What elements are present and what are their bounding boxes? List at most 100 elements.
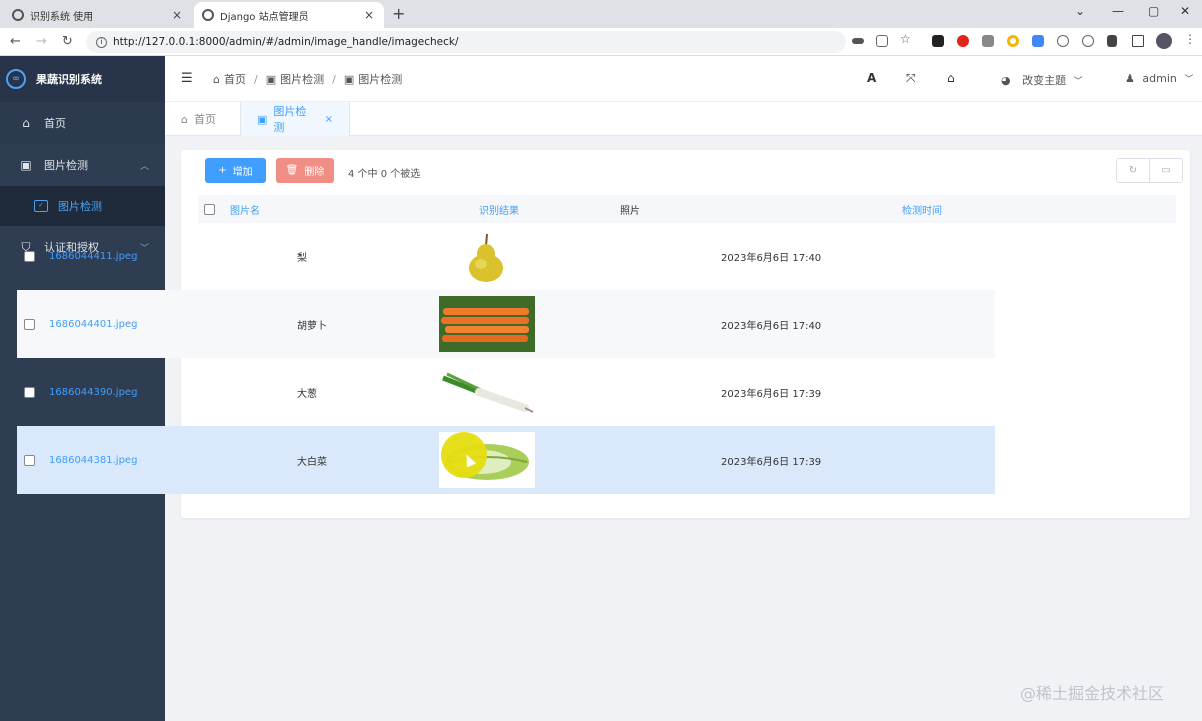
forward-icon[interactable]: →	[36, 34, 47, 49]
avatar[interactable]	[1156, 33, 1172, 49]
refresh-icon: ↻	[1128, 165, 1138, 176]
page-tabs: ⌂ 首页 ▣ 图片检测 ×	[165, 102, 1202, 136]
extension-icon[interactable]	[1057, 35, 1069, 47]
tab-image-check[interactable]: ▣ 图片检测 ×	[240, 102, 350, 136]
column-header-photo: 照片	[620, 205, 640, 217]
maximize-button[interactable]: ▢	[1148, 4, 1159, 18]
column-header-time[interactable]: 检测时间	[902, 195, 942, 223]
close-icon[interactable]: ×	[362, 8, 376, 22]
watermark: @稀土掘金技术社区	[1020, 684, 1165, 703]
more-icon[interactable]: ⋮	[1184, 32, 1196, 46]
row-checkbox[interactable]	[24, 318, 35, 330]
detect-time: 2023年6月6日 17:40	[721, 252, 822, 264]
sidebar-item-label: 图片检测	[44, 159, 88, 172]
carrot-photo	[439, 296, 535, 352]
delete-button[interactable]: 🗑 删除	[276, 158, 334, 183]
theme-switcher[interactable]: ◕ 改变主题 ﹀	[1001, 72, 1083, 88]
table-row[interactable]: 1686044381.jpeg 大白菜 2023年6月6日 17:39	[17, 426, 995, 494]
browser-tab-active[interactable]: Django 站点管理员 ×	[194, 2, 384, 28]
url-input[interactable]: i http://127.0.0.1:8000/admin/#/admin/im…	[86, 31, 846, 53]
chevron-down-icon: ﹀	[1073, 77, 1083, 87]
close-icon[interactable]: ×	[325, 114, 333, 125]
extension-icon[interactable]	[1082, 35, 1094, 47]
trash-icon: 🗑	[285, 165, 299, 176]
add-button[interactable]: + 增加	[205, 158, 266, 183]
tab-label: 图片检测	[273, 105, 307, 134]
table-row[interactable]: 1686044401.jpeg 胡萝卜 2023年6月6日 17:40	[17, 290, 995, 358]
globe-icon	[202, 9, 214, 21]
browser-tab-title: Django 站点管理员	[220, 11, 309, 23]
sidebar-item-image-check-group[interactable]: ▣ 图片检测 ︿	[0, 144, 165, 186]
home-icon[interactable]: ⌂	[947, 71, 955, 85]
font-size-icon[interactable]: A	[867, 71, 876, 85]
select-all-checkbox[interactable]	[204, 203, 215, 215]
back-icon[interactable]: ←	[10, 34, 21, 49]
detect-time: 2023年6月6日 17:40	[721, 320, 822, 332]
share-icon[interactable]	[876, 35, 888, 47]
extension-icon[interactable]	[932, 35, 944, 47]
key-icon[interactable]	[852, 38, 864, 44]
side-panel-icon[interactable]	[1132, 35, 1144, 47]
breadcrumb-item: 图片检测	[358, 73, 403, 86]
new-tab-button[interactable]: +	[392, 4, 405, 23]
bookmark-star-icon[interactable]: ☆	[900, 32, 912, 46]
home-icon: ⌂	[22, 116, 30, 130]
browser-tab-title: 识别系统 使用	[30, 11, 94, 23]
row-checkbox[interactable]	[24, 386, 35, 398]
file-name-link[interactable]: 1686044411.jpeg	[49, 222, 137, 290]
minimize-button[interactable]: —	[1112, 4, 1124, 18]
image-icon: ▣	[257, 112, 268, 126]
export-icon: ▭	[1161, 165, 1171, 176]
breadcrumb: ⌂ 首页 / ▣ 图片检测 / ▣ 图片检测	[213, 71, 403, 87]
url-text: http://127.0.0.1:8000/admin/#/admin/imag…	[113, 36, 459, 48]
logo: ∞ 果蔬识别系统	[0, 56, 165, 102]
address-bar-row: ← → ↻ i http://127.0.0.1:8000/admin/#/ad…	[0, 28, 1202, 56]
table-row[interactable]: 1686044411.jpeg 梨 2023年6月6日 17:40	[17, 222, 995, 290]
home-icon: ⌂	[213, 72, 220, 86]
table-row[interactable]: 1686044390.jpeg 大葱 2023年6月6日 17:39	[17, 358, 995, 426]
puzzle-icon[interactable]	[1107, 35, 1117, 47]
result-text: 梨	[297, 252, 307, 264]
row-checkbox[interactable]	[24, 250, 35, 262]
file-name-link[interactable]: 1686044390.jpeg	[49, 358, 137, 426]
image-icon: ▣	[20, 158, 32, 172]
sidebar-item-image-check[interactable]: ✓ 图片检测	[0, 186, 165, 226]
site-info-icon[interactable]: i	[96, 36, 107, 48]
tab-label: 首页	[193, 113, 216, 126]
sidebar-item-home[interactable]: ⌂ 首页	[0, 102, 165, 144]
delete-button-label: 删除	[304, 167, 325, 178]
export-button[interactable]: ▭	[1149, 158, 1183, 183]
chevron-down-icon: ﹀	[1184, 75, 1194, 85]
file-name-link[interactable]: 1686044381.jpeg	[49, 426, 137, 494]
fullscreen-icon[interactable]: ⤧	[906, 71, 916, 86]
user-menu[interactable]: ♟ admin ﹀	[1125, 72, 1193, 85]
reload-icon[interactable]: ↻	[62, 34, 73, 49]
close-window-button[interactable]: ✕	[1180, 4, 1190, 18]
column-header-name[interactable]: 图片名	[230, 195, 260, 223]
extension-icon[interactable]	[982, 35, 994, 47]
logo-icon: ∞	[6, 69, 26, 89]
pear-photo	[439, 228, 535, 284]
opera-extension-icon[interactable]	[957, 35, 969, 47]
file-name-link[interactable]: 1686044401.jpeg	[49, 290, 137, 358]
image-icon: ▣	[265, 72, 277, 86]
tab-search-icon[interactable]: ⌄	[1075, 4, 1085, 18]
row-checkbox[interactable]	[24, 454, 35, 466]
browser-tab[interactable]: 识别系统 使用 ×	[4, 2, 192, 28]
browser-tab-strip: 识别系统 使用 × Django 站点管理员 × + ⌄ — ▢ ✕	[0, 0, 1202, 28]
refresh-button[interactable]: ↻	[1116, 158, 1150, 183]
menu-toggle-icon[interactable]: ☰	[181, 71, 193, 86]
chrome-extension-icon[interactable]	[1007, 35, 1019, 47]
translate-icon[interactable]	[1032, 35, 1044, 47]
app-name: 果蔬识别系统	[36, 73, 102, 86]
tab-home[interactable]: ⌂ 首页	[165, 102, 240, 136]
scallion-photo	[439, 364, 535, 420]
close-icon[interactable]: ×	[170, 8, 184, 22]
breadcrumb-item[interactable]: 首页	[224, 71, 246, 87]
user-icon: ♟	[1125, 72, 1135, 85]
detect-time: 2023年6月6日 17:39	[721, 456, 822, 468]
home-icon: ⌂	[181, 112, 188, 126]
breadcrumb-item[interactable]: 图片检测	[280, 71, 324, 87]
column-header-result[interactable]: 识别结果	[479, 195, 519, 223]
top-header: ☰ ⌂ 首页 / ▣ 图片检测 / ▣ 图片检测 A ⤧ ⌂ ◕ 改变主题 ﹀ …	[165, 56, 1202, 102]
